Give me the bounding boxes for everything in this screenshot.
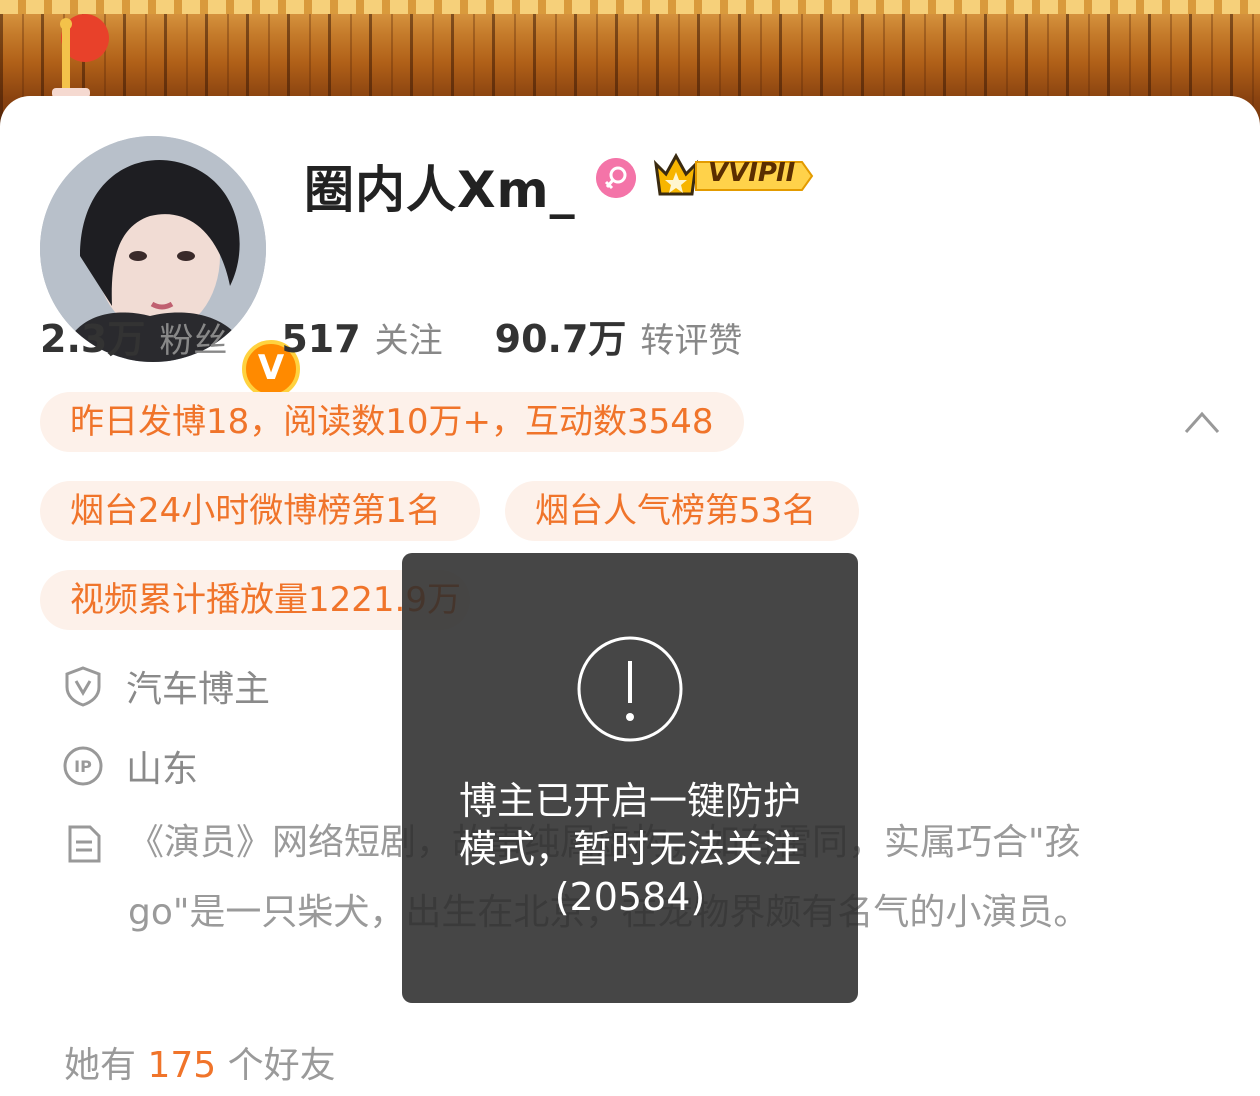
friends-prefix: 她有 — [64, 1045, 137, 1086]
document-icon — [68, 825, 101, 863]
info-category: 汽车博主 — [62, 660, 270, 712]
vip-label: VVIP — [708, 158, 777, 188]
stat-label: 关注 — [374, 321, 443, 361]
svg-text:IP: IP — [74, 757, 92, 776]
stat-value: 517 — [281, 317, 361, 361]
shield-v-icon — [65, 666, 101, 707]
banner-trim — [0, 0, 1260, 14]
stat-label: 粉丝 — [159, 321, 228, 361]
vip-level: II — [776, 158, 796, 188]
stat-label: 转评赞 — [640, 321, 743, 361]
friends-count[interactable]: 她有 175 个好友 — [64, 1036, 336, 1088]
toast-line-2: 模式，暂时无法关注 — [458, 827, 801, 871]
stat-fans[interactable]: 2.3万 粉丝 — [40, 308, 227, 363]
toast-line-3: (20584) — [554, 875, 706, 919]
tower-decoration-icon — [52, 14, 109, 98]
stats-bar: 2.3万 粉丝 517 关注 90.7万 转评赞 — [40, 308, 742, 361]
stat-value: 90.7万 — [494, 317, 627, 361]
stat-following[interactable]: 517 关注 — [281, 313, 442, 362]
exclamation-circle-icon — [577, 636, 683, 742]
chip-rank-24h[interactable]: 烟台24小时微博榜第1名 — [40, 481, 480, 541]
chip-yesterday-stats[interactable]: 昨日发博18，阅读数10万+，互动数3548 — [40, 392, 744, 452]
female-icon — [596, 158, 636, 198]
ip-text: 山东 — [126, 749, 199, 790]
ip-icon: IP — [63, 746, 103, 786]
toast-message: 博主已开启一键防护 模式，暂时无法关注 (20584) — [402, 553, 858, 1003]
username: 圈内人Xm_ — [304, 161, 576, 219]
friends-number: 175 — [147, 1045, 217, 1086]
vvip-badge[interactable]: VVIP II — [652, 150, 816, 198]
toast-line-1: 博主已开启一键防护 — [458, 779, 801, 823]
stat-value: 2.3万 — [40, 317, 146, 361]
stat-interactions[interactable]: 90.7万 转评赞 — [495, 308, 743, 363]
info-ip: IP 山东 — [62, 740, 198, 792]
toast-text: 博主已开启一键防护 模式，暂时无法关注 (20584) — [402, 777, 858, 921]
category-text: 汽车博主 — [126, 669, 271, 710]
friends-suffix: 个好友 — [227, 1045, 336, 1086]
chevron-up-icon[interactable] — [1182, 408, 1222, 436]
chip-rank-popular[interactable]: 烟台人气榜第53名 — [505, 481, 859, 541]
